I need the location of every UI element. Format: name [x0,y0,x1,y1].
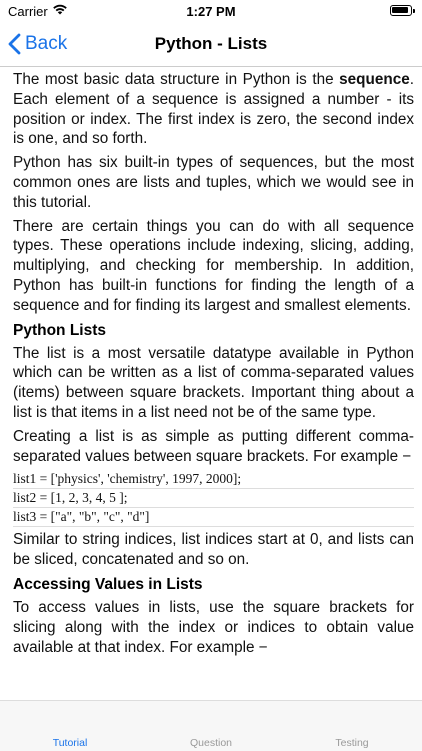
tutorial-content[interactable]: The most basic data structure in Python … [0,67,422,700]
navigation-bar: Back Python - Lists [0,22,422,67]
battery-icon [390,5,415,16]
paragraph-list-definition: The list is a most versatile datatype av… [13,344,414,421]
heading-accessing-values: Accessing Values in Lists [13,575,203,593]
intro-text-start: The most basic data structure in Python … [13,71,340,88]
heading-python-lists: Python Lists [13,321,107,339]
page-title: Python - Lists [154,34,268,53]
paragraph-sequence-operations: There are certain things you can do with… [13,217,414,314]
tab-bar: Tutorial Question Testing [0,700,422,751]
code-line: list3 = ["a", "b", "c", "d"] [13,508,414,528]
tab-question[interactable]: Question [141,737,281,749]
paragraph-sequence-types: Python has six built-in types of sequenc… [13,154,414,211]
code-line: list2 = [1, 2, 3, 4, 5 ]; [13,489,414,509]
tab-testing[interactable]: Testing [282,737,422,749]
paragraph-list-indices: Similar to string indices, list indices … [13,531,414,569]
paragraph-intro: The most basic data structure in Python … [13,70,414,149]
code-line: list1 = ['physics', 'chemistry', 1997, 2… [13,470,414,490]
code-example: list1 = ['physics', 'chemistry', 1997, 2… [13,470,414,528]
status-bar: Carrier 1:27 PM [0,0,422,22]
sequence-term: sequence [339,71,410,88]
tab-tutorial[interactable]: Tutorial [0,737,140,749]
paragraph-accessing-values: To access values in lists, use the squar… [13,598,414,656]
paragraph-creating-list: Creating a list is as simple as putting … [13,427,414,465]
clock: 1:27 PM [186,4,236,19]
